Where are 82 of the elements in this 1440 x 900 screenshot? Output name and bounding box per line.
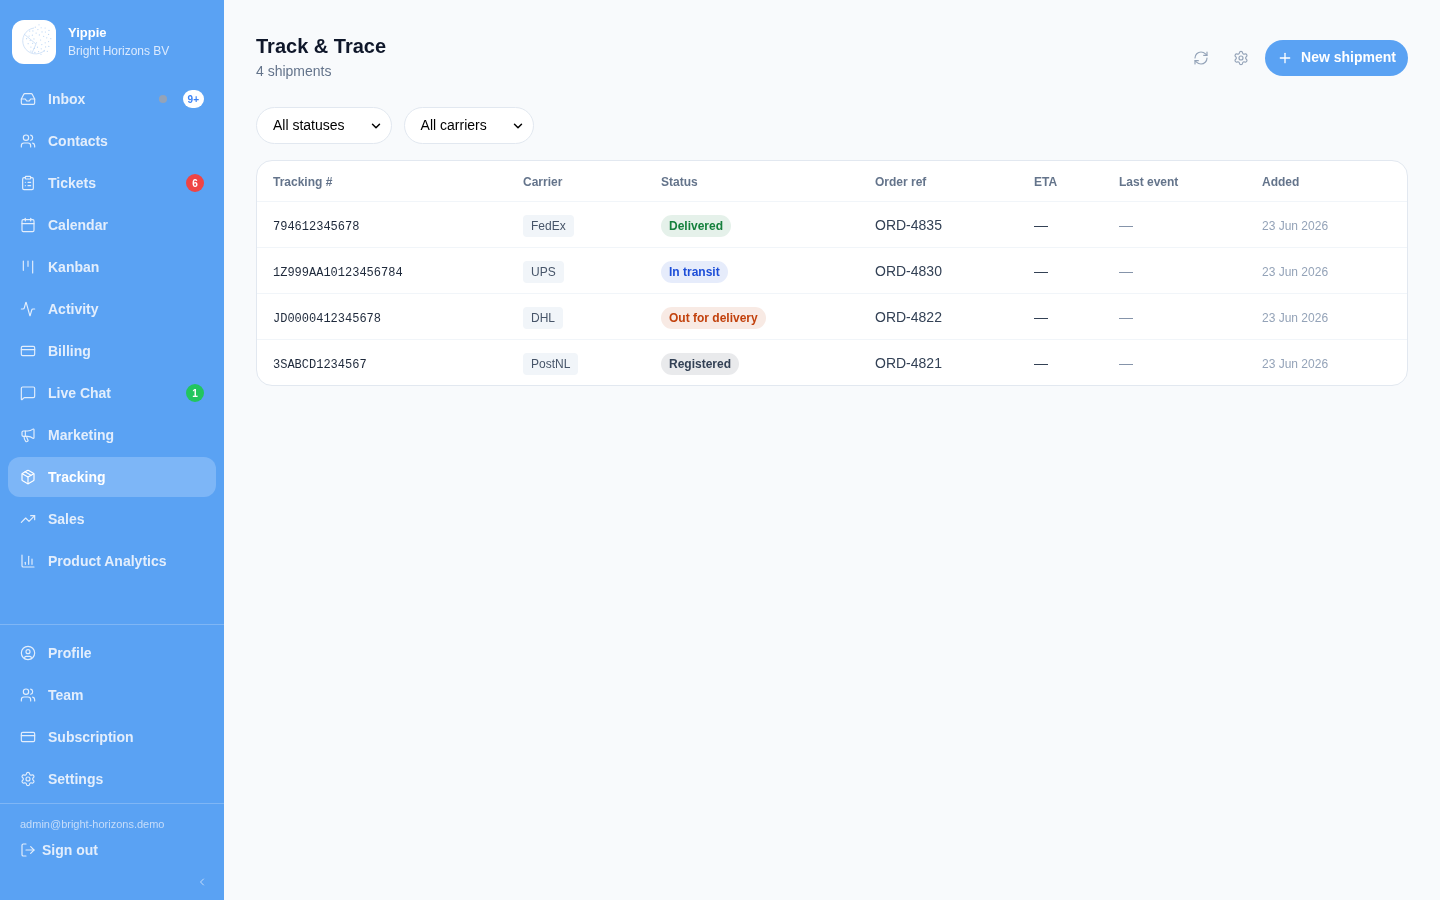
column-header: Status [661,175,698,189]
nav-item[interactable]: Contacts [8,121,216,161]
column-header: Tracking # [273,175,333,189]
table-cell: 3SABCD1234567 [273,357,367,372]
nav-item[interactable]: Billing [8,331,216,371]
status-tag: Out for delivery [661,306,766,329]
carrier-tag: UPS [523,260,564,283]
table-cell: ORD-4830 [875,262,942,279]
table-cell: 23 Jun 2026 [1262,356,1329,371]
table-cell: 23 Jun 2026 [1262,310,1329,325]
users-icon [20,133,36,149]
table-cell: ORD-4822 [875,308,942,325]
bar-chart-icon [20,553,36,569]
column-header: ETA [1034,175,1058,189]
inbox-icon [20,91,36,107]
page-subtitle: 4 shipments [256,62,333,81]
nav-item[interactable]: Profile [8,633,216,673]
filter-select[interactable]: All statuses [256,107,392,144]
table-cell: 23 Jun 2026 [1262,264,1329,279]
table-cell: — [1119,354,1133,371]
table-cell: — [1034,216,1048,233]
table-cell: ORD-4821 [875,354,942,371]
status-tag: Registered [661,352,740,375]
carrier-tag: FedEx [523,214,574,237]
column-header: Last event [1119,175,1179,189]
carrier-tag: PostNL [523,352,579,375]
sign-out-link[interactable]: Sign out [20,838,204,862]
table-cell: ORD-4835 [875,216,942,233]
nav-item[interactable]: Live Chat 1 [8,373,216,413]
megaphone-icon [20,427,36,443]
status-tag: In transit [661,260,728,283]
refresh-icon [1193,49,1210,66]
table-cell: — [1119,216,1133,233]
nav-item[interactable]: Subscription [8,717,216,757]
nav-item[interactable]: Activity [8,289,216,329]
column-header: Order ref [875,175,927,189]
column-header: Carrier [523,175,563,189]
user-email: admin@bright-horizons.demo [20,817,166,832]
chat-bubble-icon [20,385,36,401]
nav-item[interactable]: Calendar [8,205,216,245]
nav-item[interactable]: Team [8,675,216,715]
settings-icon [1233,49,1250,66]
user-circle-icon [20,645,36,661]
logo-icon [12,20,56,64]
card-icon [20,729,36,745]
box-icon [20,469,36,485]
card-icon [20,343,36,359]
table-cell: — [1034,308,1048,325]
count-badge: 9+ [182,90,204,108]
table-cell: 794612345678 [273,219,360,234]
carrier-tag: DHL [523,306,563,329]
column-header: Added [1262,175,1300,189]
brand-name: Yippie [68,24,108,42]
bars-icon [20,259,36,275]
table-cell: — [1119,308,1133,325]
sign-out-icon [20,842,36,858]
table-cell: JD0000412345678 [273,311,382,326]
table-cell: — [1034,354,1048,371]
filter-select[interactable]: All carriers [403,107,534,144]
nav-item[interactable]: Kanban [8,247,216,287]
nav-item[interactable]: Product Analytics [8,541,216,581]
new-shipment-button[interactable]: New shipment [1265,39,1408,76]
table-cell: — [1034,262,1048,279]
nav-item[interactable]: Tickets 6 [8,163,216,203]
nav-item[interactable]: Tracking [8,457,216,497]
users-icon [20,687,36,703]
clipboard-icon [20,175,36,191]
table-cell: 1Z999AA10123456784 [273,265,403,280]
status-tag: Delivered [661,214,732,237]
pulse-icon [20,301,36,317]
page-title: Track & Trace [256,34,387,59]
nav-item[interactable]: Inbox 9+ [8,79,216,119]
count-badge: 6 [186,174,204,192]
calendar-icon [20,217,36,233]
table-cell: — [1119,262,1133,279]
table-cell: 23 Jun 2026 [1262,218,1329,233]
settings-icon [20,771,36,787]
count-badge: 1 [186,384,204,402]
nav-item[interactable]: Marketing [8,415,216,455]
nav-item[interactable]: Sales [8,499,216,539]
nav-item[interactable]: Settings [8,759,216,799]
brand-subtitle: Bright Horizons BV [68,43,170,60]
